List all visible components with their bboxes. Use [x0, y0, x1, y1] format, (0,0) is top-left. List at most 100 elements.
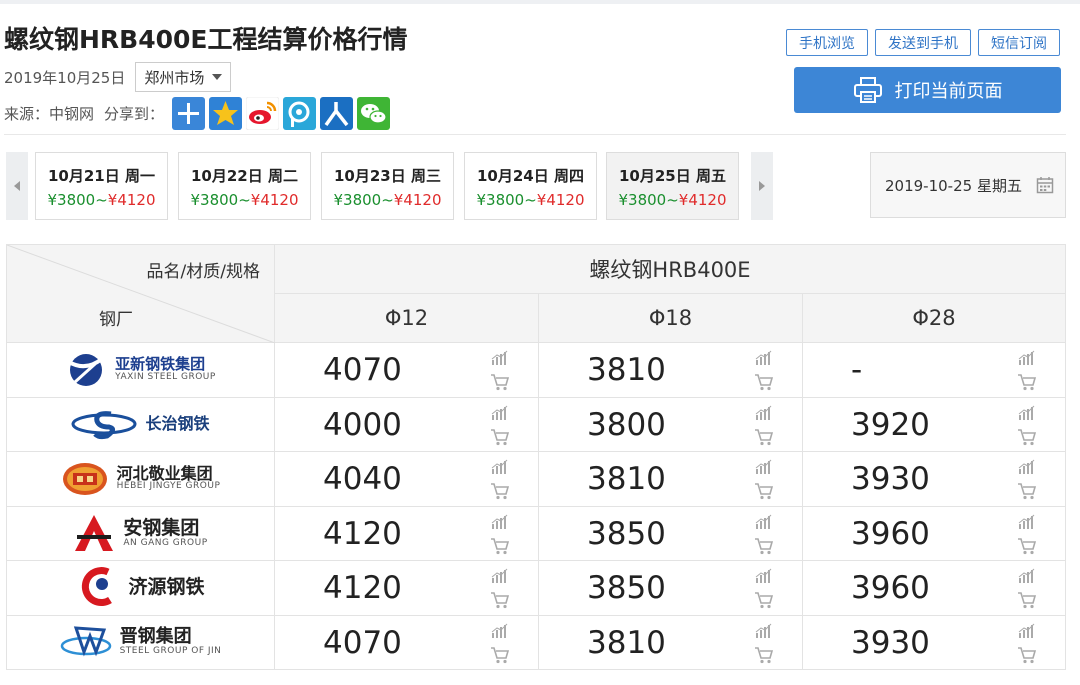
- trend-chart-icon[interactable]: [490, 349, 510, 367]
- cart-icon[interactable]: [754, 591, 774, 609]
- plus-icon[interactable]: [172, 96, 206, 130]
- sms-subscribe-button[interactable]: 短信订阅: [978, 29, 1060, 56]
- trend-chart-icon[interactable]: [754, 513, 774, 531]
- day-tab-1024[interactable]: 10月24日 周四 ¥3800~¥4120: [464, 152, 597, 220]
- table-row: 亚新钢铁集团 YAXIN STEEL GROUP 4070 3810 -: [6, 342, 1066, 398]
- price-value: 4070: [323, 352, 402, 388]
- chevron-right-icon: [759, 181, 765, 191]
- cart-icon[interactable]: [490, 428, 510, 446]
- cart-icon[interactable]: [754, 428, 774, 446]
- tencent-icon[interactable]: [283, 96, 317, 130]
- trend-chart-icon[interactable]: [490, 513, 510, 531]
- market-select-value: 郑州市场: [144, 68, 205, 87]
- trend-chart-icon[interactable]: [754, 349, 774, 367]
- cart-icon[interactable]: [1017, 373, 1037, 391]
- price-value: 3960: [851, 570, 930, 606]
- share-icons: [172, 96, 391, 130]
- trend-chart-icon[interactable]: [754, 567, 774, 585]
- market-select[interactable]: 郑州市场: [135, 62, 232, 92]
- cart-icon[interactable]: [490, 537, 510, 555]
- day-tab-1025-selected[interactable]: 10月25日 周五 ¥3800~¥4120: [606, 152, 739, 220]
- cart-icon[interactable]: [754, 537, 774, 555]
- day-tab-1022[interactable]: 10月22日 周二 ¥3800~¥4120: [178, 152, 311, 220]
- date-picker[interactable]: 2019-10-25 星期五: [870, 152, 1066, 218]
- spec-header-12: Φ12: [274, 293, 539, 343]
- trend-chart-icon[interactable]: [490, 567, 510, 585]
- price-value: 3960: [851, 515, 930, 552]
- day-tab-1021[interactable]: 10月21日 周一 ¥3800~¥4120: [35, 152, 168, 220]
- cart-icon[interactable]: [490, 482, 510, 500]
- printer-icon: [853, 77, 882, 103]
- trend-chart-icon[interactable]: [490, 458, 510, 476]
- print-page-button[interactable]: 打印当前页面: [794, 67, 1061, 113]
- trend-chart-icon[interactable]: [754, 458, 774, 476]
- trend-chart-icon[interactable]: [490, 404, 510, 422]
- cart-icon[interactable]: [754, 373, 774, 391]
- trend-chart-icon[interactable]: [1017, 349, 1037, 367]
- day-high-price: ¥4120: [393, 191, 442, 209]
- mill-logo-cell: 长治钢铁: [6, 396, 275, 452]
- mill-logo-cell: 晋钢集团 STEEL GROUP OF JIN: [6, 614, 275, 670]
- meta-row: 2019年10月25日 郑州市场: [4, 62, 232, 92]
- day-low-price: ¥3800~: [333, 191, 394, 209]
- cart-icon[interactable]: [1017, 537, 1037, 555]
- price-cell: 4070: [274, 614, 539, 670]
- trend-chart-icon[interactable]: [1017, 404, 1037, 422]
- publish-date: 2019年10月25日: [4, 68, 126, 87]
- mobile-view-button[interactable]: 手机浏览: [786, 29, 868, 56]
- price-cell: 4120: [274, 560, 539, 616]
- cart-icon[interactable]: [1017, 428, 1037, 446]
- send-to-phone-button[interactable]: 发送到手机: [875, 29, 971, 56]
- price-cell: 3930: [802, 451, 1066, 507]
- chevron-down-icon: [212, 74, 223, 80]
- next-dates-button[interactable]: [751, 152, 773, 220]
- jiyuan-logo: 济源钢铁: [7, 562, 274, 614]
- mill-name-en: AN GANG GROUP: [123, 537, 208, 548]
- cart-icon[interactable]: [1017, 591, 1037, 609]
- divider: [4, 134, 1066, 135]
- trend-chart-icon[interactable]: [1017, 622, 1037, 640]
- day-tab-1023[interactable]: 10月23日 周三 ¥3800~¥4120: [321, 152, 454, 220]
- price-value: 4070: [323, 624, 402, 661]
- top-buttons: 手机浏览 发送到手机 短信订阅: [786, 29, 1060, 56]
- price-value: 4000: [323, 406, 402, 443]
- mill-logo-cell: 安钢集团 AN GANG GROUP: [6, 505, 275, 561]
- price-cell: 3810: [538, 451, 803, 507]
- prev-dates-button[interactable]: [6, 152, 28, 220]
- cart-icon[interactable]: [754, 646, 774, 664]
- trend-chart-icon[interactable]: [754, 404, 774, 422]
- trend-chart-icon[interactable]: [754, 622, 774, 640]
- cart-icon[interactable]: [1017, 482, 1037, 500]
- price-cell: 3850: [538, 505, 803, 561]
- day-low-price: ¥3800~: [47, 191, 108, 209]
- price-value: 3810: [587, 352, 666, 388]
- price-value: 3850: [587, 570, 666, 606]
- trend-chart-icon[interactable]: [1017, 458, 1037, 476]
- mill-name: 亚新钢铁集团: [115, 355, 206, 374]
- trend-chart-icon[interactable]: [1017, 513, 1037, 531]
- cart-icon[interactable]: [754, 482, 774, 500]
- trend-chart-icon[interactable]: [490, 622, 510, 640]
- renren-icon[interactable]: [320, 96, 354, 130]
- cart-icon[interactable]: [1017, 646, 1037, 664]
- mill-name: 晋钢集团: [119, 626, 192, 648]
- page-title: 螺纹钢HRB400E工程结算价格行情: [4, 25, 408, 54]
- price-value: 3810: [587, 624, 666, 661]
- price-cell: 4120: [274, 505, 539, 561]
- corner-mill-label: 钢厂: [99, 310, 133, 330]
- mill-name: 安钢集团: [123, 516, 200, 539]
- star-icon[interactable]: [209, 96, 243, 130]
- weibo-icon[interactable]: [246, 96, 280, 130]
- cart-icon[interactable]: [490, 591, 510, 609]
- mill-name: 长治钢铁: [145, 413, 210, 433]
- price-value: 4120: [323, 515, 402, 552]
- cart-icon[interactable]: [490, 646, 510, 664]
- day-high-price: ¥4120: [678, 191, 727, 209]
- day-date: 10月23日 周三: [334, 167, 441, 185]
- source-label: 来源：中钢网: [4, 104, 95, 123]
- trend-chart-icon[interactable]: [1017, 567, 1037, 585]
- cart-icon[interactable]: [490, 373, 510, 391]
- wechat-icon[interactable]: [357, 96, 391, 130]
- price-cell: 4040: [274, 451, 539, 507]
- day-high-price: ¥4120: [536, 191, 585, 209]
